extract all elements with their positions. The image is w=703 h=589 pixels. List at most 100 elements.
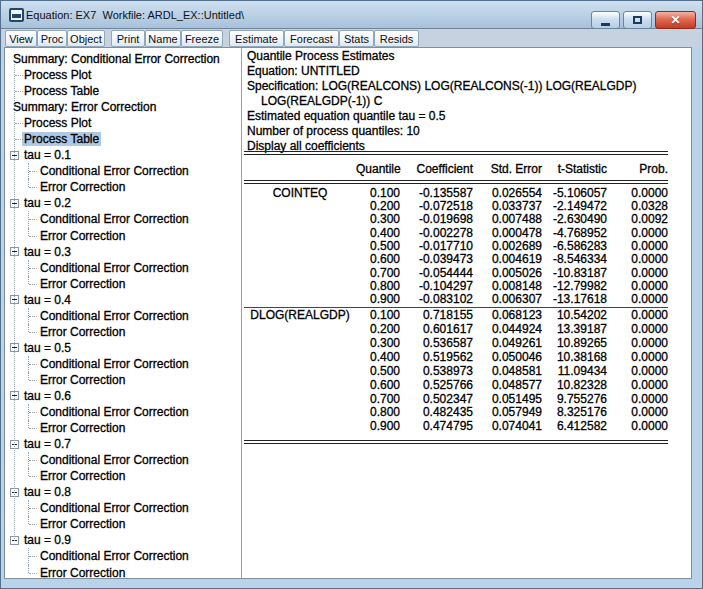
table-double-rule xyxy=(244,151,668,155)
eviews-window: Equation: EX7 Workfile: ARDL_EX::Untitle… xyxy=(0,0,703,589)
tree-item-label: tau = 0.1 xyxy=(22,148,73,162)
table-cell: 0.057949 xyxy=(473,406,542,420)
table-cell: 0.600 xyxy=(356,253,400,266)
table-cell: 0.718155 xyxy=(400,309,473,323)
tree-item-label: Process Plot xyxy=(22,68,93,82)
table-row-label xyxy=(244,420,356,434)
table-cell: 0.0000 xyxy=(607,267,668,280)
table-cell: 0.601617 xyxy=(400,323,473,337)
tree-item-process-table[interactable]: Process Table xyxy=(5,83,241,99)
output-header-line: LOG(REALGDP(-1)) C xyxy=(247,94,636,109)
tree-item-conditional-error-correction[interactable]: Conditional Error Correction xyxy=(5,356,241,372)
toolbar-button-resids[interactable]: Resids xyxy=(374,30,419,47)
tree-item-conditional-error-correction[interactable]: Conditional Error Correction xyxy=(5,452,241,468)
tree-item-summary-error-correction[interactable]: Summary: Error Correction xyxy=(5,99,241,115)
table-row-label xyxy=(244,323,356,337)
table-row-label xyxy=(244,267,356,280)
tree-item-conditional-error-correction[interactable]: Conditional Error Correction xyxy=(5,404,241,420)
table-row: COINTEQ0.100-0.1355870.026554-5.1060570.… xyxy=(244,187,668,200)
table-row: 0.500-0.0177100.002689-6.5862830.0000 xyxy=(244,240,668,253)
tree-item-label: Process Plot xyxy=(22,116,93,130)
table-row-label xyxy=(244,351,356,365)
close-button[interactable]: ✕ xyxy=(655,11,696,29)
tree-item-error-correction[interactable]: Error Correction xyxy=(5,420,241,436)
table-row: 0.9000.4747950.0740416.4125820.0000 xyxy=(244,420,668,434)
tree-item-process-plot[interactable]: Process Plot xyxy=(5,67,241,83)
tree-item-tau-0-6[interactable]: tau = 0.6 xyxy=(5,388,241,404)
table-row: DLOG(REALGDP)0.1000.7181550.06812310.542… xyxy=(244,309,668,323)
table-cell: 0.300 xyxy=(356,213,400,226)
tree-item-label: Process Table xyxy=(22,84,101,98)
tree-item-error-correction[interactable]: Error Correction xyxy=(5,565,241,579)
toolbar-button-stats[interactable]: Stats xyxy=(339,30,374,47)
tree-item-process-table[interactable]: Process Table xyxy=(5,131,241,147)
table-cell: 0.0000 xyxy=(607,253,668,266)
tree-item-error-correction[interactable]: Error Correction xyxy=(5,228,241,244)
table-header-row: QuantileCoefficientStd. Errort-Statistic… xyxy=(244,162,668,176)
tree-item-error-correction[interactable]: Error Correction xyxy=(5,516,241,532)
tree-item-tau-0-7[interactable]: tau = 0.7 xyxy=(5,436,241,452)
table-row: 0.700-0.0544440.005026-10.831870.0000 xyxy=(244,267,668,280)
tree-item-conditional-error-correction[interactable]: Conditional Error Correction xyxy=(5,211,241,227)
minimize-button[interactable] xyxy=(591,11,620,29)
table-cell: 6.412582 xyxy=(542,420,607,434)
tree-item-label: Error Correction xyxy=(38,229,127,243)
toolbar-button-name[interactable]: Name xyxy=(145,30,181,47)
table-cell: 0.007488 xyxy=(473,213,542,226)
tree-item-error-correction[interactable]: Error Correction xyxy=(5,372,241,388)
table-row: 0.200-0.0725180.033737-2.1494720.0328 xyxy=(244,200,668,213)
table-cell: 0.044924 xyxy=(473,323,542,337)
toolbar-button-freeze[interactable]: Freeze xyxy=(181,30,223,47)
tree-item-error-correction[interactable]: Error Correction xyxy=(5,468,241,484)
table-row: 0.6000.5257660.04857710.823280.0000 xyxy=(244,379,668,393)
tree-item-process-plot[interactable]: Process Plot xyxy=(5,115,241,131)
table-cell: 0.536587 xyxy=(400,337,473,351)
table-cell: -0.002278 xyxy=(400,227,473,240)
maximize-button[interactable] xyxy=(623,11,652,29)
tree-item-error-correction[interactable]: Error Correction xyxy=(5,276,241,292)
tree-item-error-correction[interactable]: Error Correction xyxy=(5,179,241,195)
output-header-line: Equation: UNTITLED xyxy=(247,64,636,79)
table-cell: -10.83187 xyxy=(542,267,607,280)
tree-item-tau-0-2[interactable]: tau = 0.2 xyxy=(5,195,241,211)
tree-item-error-correction[interactable]: Error Correction xyxy=(5,324,241,340)
tree-item-label: Error Correction xyxy=(38,517,127,531)
table-column-header: t-Statistic xyxy=(542,162,607,176)
tree-item-label: Conditional Error Correction xyxy=(38,261,191,275)
table-cell: 0.500 xyxy=(356,365,400,379)
tree-item-summary-conditional-error-correction[interactable]: Summary: Conditional Error Correction xyxy=(5,51,241,67)
table-cell: 9.755276 xyxy=(542,393,607,407)
table-row: 0.4000.5195620.05004610.381680.0000 xyxy=(244,351,668,365)
tree-item-label: tau = 0.6 xyxy=(22,389,73,403)
toolbar-button-view[interactable]: View xyxy=(5,30,37,47)
tree-item-tau-0-9[interactable]: tau = 0.9 xyxy=(5,532,241,548)
toolbar-button-proc[interactable]: Proc xyxy=(37,30,67,47)
table-cell: 0.0000 xyxy=(607,187,668,200)
toolbar-button-estimate[interactable]: Estimate xyxy=(229,30,284,47)
tree-item-conditional-error-correction[interactable]: Conditional Error Correction xyxy=(5,548,241,564)
table-row-label xyxy=(244,253,356,266)
table-row: 0.800-0.1042970.008148-12.799820.0000 xyxy=(244,280,668,293)
tree-item-conditional-error-correction[interactable]: Conditional Error Correction xyxy=(5,500,241,516)
tree-item-tau-0-1[interactable]: tau = 0.1 xyxy=(5,147,241,163)
tree-item-label: Conditional Error Correction xyxy=(38,357,191,371)
tree-item-tau-0-3[interactable]: tau = 0.3 xyxy=(5,244,241,260)
tree-item-tau-0-5[interactable]: tau = 0.5 xyxy=(5,340,241,356)
table-cell: 0.0000 xyxy=(607,406,668,420)
tree-item-conditional-error-correction[interactable]: Conditional Error Correction xyxy=(5,308,241,324)
table-cell: 0.200 xyxy=(356,200,400,213)
toolbar-button-forecast[interactable]: Forecast xyxy=(284,30,339,47)
toolbar-button-object[interactable]: Object xyxy=(67,30,105,47)
table-cell: 0.0000 xyxy=(607,227,668,240)
table-row-label xyxy=(244,213,356,226)
table-row: 0.8000.4824350.0579498.3251760.0000 xyxy=(244,406,668,420)
table-cell: 0.200 xyxy=(356,323,400,337)
tree-item-tau-0-4[interactable]: tau = 0.4 xyxy=(5,292,241,308)
table-cell: 0.008148 xyxy=(473,280,542,293)
table-row: 0.5000.5389730.04858111.094340.0000 xyxy=(244,365,668,379)
toolbar-button-print[interactable]: Print xyxy=(111,30,145,47)
table-double-rule xyxy=(244,440,668,444)
tree-item-conditional-error-correction[interactable]: Conditional Error Correction xyxy=(5,163,241,179)
tree-item-tau-0-8[interactable]: tau = 0.8 xyxy=(5,484,241,500)
tree-item-conditional-error-correction[interactable]: Conditional Error Correction xyxy=(5,260,241,276)
